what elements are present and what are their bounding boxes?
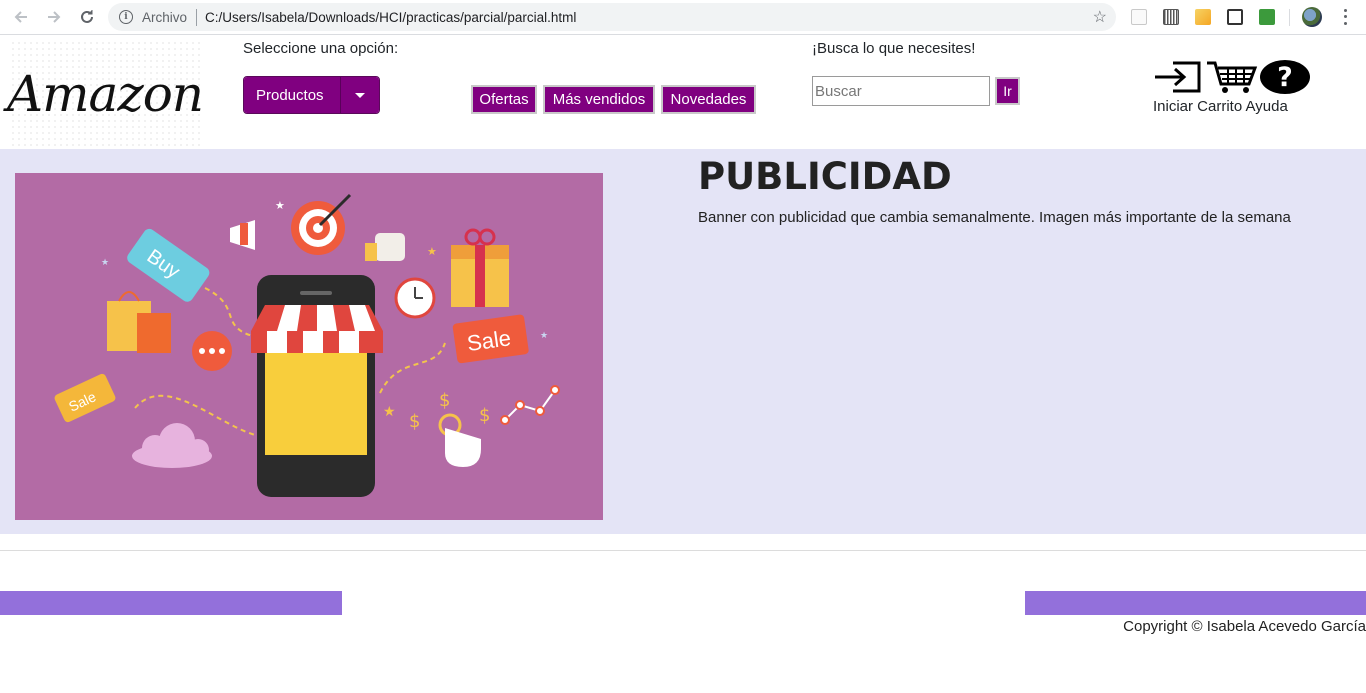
tab-novedades[interactable]: Novedades xyxy=(661,85,756,114)
megaphone-icon xyxy=(230,220,255,250)
cloud-icon xyxy=(132,423,212,468)
sale-tag-small-icon: Sale xyxy=(54,373,116,423)
star-sparkle-icon: ★ xyxy=(101,258,109,268)
divider xyxy=(0,550,1366,551)
banner-title: PUBLICIDAD xyxy=(698,155,952,198)
target-icon xyxy=(291,193,352,255)
search-label: ¡Busca lo que necesites! xyxy=(812,40,976,57)
star-sparkle-icon: ★ xyxy=(383,404,396,420)
copyright-text: Copyright © Isabela Acevedo García xyxy=(1123,618,1366,635)
forward-icon[interactable] xyxy=(42,5,66,29)
select-label: Seleccione una opción: xyxy=(243,40,399,57)
star-sparkle-icon: ★ xyxy=(427,245,437,258)
dropdown-label[interactable]: Productos xyxy=(244,77,340,113)
buy-tag-icon: Buy xyxy=(127,228,210,302)
promo-image[interactable]: Buy Sale Sale $ $ $ ★ ★ ★ ★ ★ xyxy=(15,173,603,520)
phone-store-icon xyxy=(251,275,383,497)
dollar-icon: $ xyxy=(409,411,420,432)
browser-toolbar: i Archivo C:/Users/Isabela/Downloads/HCI… xyxy=(0,0,1366,35)
tab-ofertas[interactable]: Ofertas xyxy=(471,85,537,114)
clock-icon xyxy=(394,277,436,319)
search-button[interactable]: Ir xyxy=(995,77,1020,105)
search-input[interactable] xyxy=(812,76,990,106)
menu-icon[interactable] xyxy=(1338,7,1352,27)
info-icon[interactable]: i xyxy=(119,10,133,24)
cart-icon[interactable] xyxy=(1206,60,1258,94)
banner-description: Banner con publicidad que cambia semanal… xyxy=(698,209,1291,226)
address-bar[interactable]: i Archivo C:/Users/Isabela/Downloads/HCI… xyxy=(108,3,1116,31)
shopping-bags-icon xyxy=(107,291,171,353)
reload-icon[interactable] xyxy=(75,5,99,29)
profile-avatar[interactable] xyxy=(1302,7,1322,27)
gift-icon xyxy=(451,228,509,307)
dollar-icon: $ xyxy=(439,390,450,411)
sale-tag-icon: Sale xyxy=(452,314,529,364)
account-icon-labels: Iniciar Carrito Ayuda xyxy=(1153,98,1288,115)
barcode-extension-icon[interactable] xyxy=(1163,9,1179,25)
back-icon[interactable] xyxy=(9,5,33,29)
caret-down-icon[interactable] xyxy=(340,77,379,113)
logo-text: Amazon xyxy=(7,65,204,123)
cors-extension-icon[interactable] xyxy=(1259,9,1275,25)
logo[interactable]: Amazon xyxy=(7,40,204,148)
scheme-label: Archivo xyxy=(142,9,188,25)
star-icon[interactable]: ☆ xyxy=(1093,7,1107,27)
promo-banner: Buy Sale Sale $ $ $ ★ ★ ★ ★ ★ PUBLICIDAD… xyxy=(0,149,1366,534)
chat-bubble-icon xyxy=(192,331,232,371)
footer-bar-left xyxy=(0,591,342,615)
login-icon[interactable] xyxy=(1153,60,1205,94)
extension-icon[interactable] xyxy=(1131,9,1147,25)
tab-mas-vendidos[interactable]: Más vendidos xyxy=(543,85,655,114)
products-dropdown[interactable]: Productos xyxy=(243,76,380,114)
footer-bar-right xyxy=(1025,591,1366,615)
toolbar-divider xyxy=(1289,9,1290,26)
note-extension-icon[interactable] xyxy=(1195,9,1211,25)
star-sparkle-icon: ★ xyxy=(275,199,285,212)
url-text[interactable]: C:/Users/Isabela/Downloads/HCI/practicas… xyxy=(205,10,576,25)
frame-extension-icon[interactable] xyxy=(1227,9,1243,25)
help-icon[interactable]: ? xyxy=(1260,60,1310,94)
star-sparkle-icon: ★ xyxy=(540,331,548,341)
account-icons: ? Iniciar Carrito Ayuda xyxy=(1153,60,1313,120)
thumbs-up-icon xyxy=(365,233,405,261)
pointer-hand-icon xyxy=(438,413,481,467)
dollar-icon: $ xyxy=(479,405,490,426)
growth-chart-icon xyxy=(500,385,560,425)
omnibox-divider xyxy=(196,8,198,26)
